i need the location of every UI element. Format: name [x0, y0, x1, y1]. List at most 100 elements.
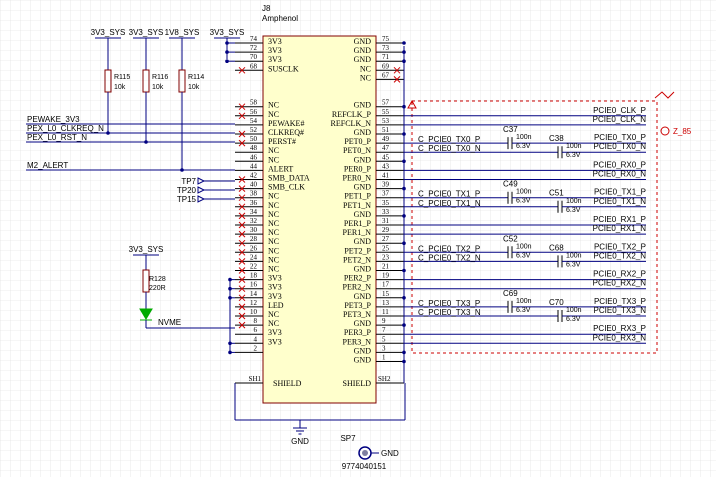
pin-name-right: GND	[354, 319, 372, 328]
net-label-left: M2_ALERT	[27, 161, 68, 170]
pin-name-right: PET2_P	[344, 246, 371, 255]
junction-dot	[402, 359, 406, 364]
pin-number-left: 54	[250, 117, 258, 125]
pin-name-left: NC	[268, 192, 279, 201]
pin-number-right: 23	[382, 253, 390, 261]
pin-name-right: GND	[354, 128, 372, 137]
pin-number-left: 2	[254, 344, 258, 352]
pin-number-right: 73	[382, 44, 390, 52]
junction-dot	[402, 186, 406, 191]
pin-number-right: 11	[382, 308, 389, 316]
junction-dot	[402, 214, 406, 218]
net-label-right: PCIE0_TX1_P	[594, 188, 646, 197]
pin-name-right: GND	[354, 37, 372, 46]
pin-number-left: 48	[250, 144, 258, 152]
junction-dot	[402, 296, 406, 300]
pin-name-right: NC	[360, 73, 371, 82]
pin-number-left: 30	[250, 226, 258, 234]
pin-name-left: NC	[268, 237, 279, 246]
junction-dot	[402, 241, 406, 245]
pin-name-left: PEWAKE#	[268, 119, 304, 128]
coupled-net-label: C_PCIE0_TX1_P	[418, 190, 480, 199]
resistor-value: 10k	[188, 84, 200, 91]
cap-value: 100n	[566, 307, 582, 314]
cap-ref: C51	[549, 189, 564, 198]
pin-number-right: 15	[382, 290, 390, 298]
junction-dot	[228, 286, 232, 291]
shield-pin-left: SH1	[249, 375, 262, 383]
pin-number-left: 28	[250, 235, 258, 243]
cap-value: 100n	[566, 143, 582, 150]
resistor-ref: R116	[152, 74, 168, 81]
pin-name-right: NC	[360, 64, 371, 73]
pin-name-left: NC	[268, 201, 279, 210]
pin-name-right: PER3_P	[344, 328, 372, 337]
cap-value: 100n	[516, 243, 532, 250]
net-label-left: PEWAKE_3V3	[27, 115, 80, 124]
net-label-right: PCIE0_TX0_P	[594, 133, 646, 142]
coupled-net-label: C_PCIE0_TX1_N	[418, 199, 481, 208]
junction-dot	[225, 59, 229, 63]
net-label-right: PCIE0_TX2_P	[594, 242, 646, 251]
pin-name-left: NC	[268, 210, 279, 219]
cap-voltage: 6.3V	[516, 198, 531, 205]
pin-number-right: 53	[382, 117, 390, 125]
resistor-ref: R114	[188, 74, 204, 81]
cap-ref: C38	[549, 134, 564, 143]
pin-number-left: 32	[250, 217, 258, 225]
pin-name-right: PET0_N	[343, 146, 371, 155]
pin-name-left: NC	[268, 155, 279, 164]
pin-name-right: GND	[354, 356, 372, 365]
pin-name-left: NC	[268, 101, 279, 110]
pin-number-left: 74	[250, 35, 258, 43]
coupled-net-label: C_PCIE0_TX3_P	[418, 299, 480, 308]
pin-number-right: 71	[382, 53, 390, 61]
junction-dot	[228, 341, 232, 346]
pin-number-left: 34	[250, 208, 258, 216]
pin-name-left: SUSCLK	[268, 64, 299, 73]
pin-number-right: 57	[382, 99, 390, 107]
led-resistor-ref: R128	[149, 276, 166, 283]
pin-name-left: 3V3	[268, 283, 282, 292]
pin-name-left: NC	[268, 319, 279, 328]
resistor-value: 10k	[114, 84, 126, 91]
pin-name-right: GND	[354, 101, 372, 110]
standoff-ref: SP7	[340, 434, 356, 443]
junction-dot	[225, 50, 229, 54]
coupled-net-label: C_PCIE0_TX2_N	[418, 253, 481, 262]
net-label-right: PCIE0_RX0_P	[593, 160, 646, 169]
standoff-gnd-label: GND	[381, 449, 399, 458]
net-label-right: PCIE0_RX3_N	[593, 333, 647, 342]
standoff-part: 9774040151	[342, 462, 387, 471]
pin-number-right: 67	[382, 71, 390, 79]
net-label-right: PCIE0_TX1_N	[594, 197, 647, 206]
test-point-label: TP7	[181, 177, 196, 186]
pin-number-right: 31	[382, 217, 390, 225]
pin-number-right: 1	[382, 354, 386, 362]
pin-name-left: PERST#	[268, 137, 296, 146]
coupled-net-label: C_PCIE0_TX2_P	[418, 244, 480, 253]
cap-voltage: 6.3V	[516, 143, 531, 150]
pin-number-right: 69	[382, 62, 390, 70]
cap-ref: C68	[549, 243, 564, 252]
pin-name-right: PER1_P	[344, 219, 372, 228]
pin-number-left: 40	[250, 181, 258, 189]
pin-number-left: 24	[250, 253, 258, 261]
net-label-right: PCIE0_CLK_N	[593, 115, 647, 124]
pin-number-right: 3	[382, 344, 386, 352]
resistor-value: 10k	[152, 84, 164, 91]
pin-name-left: NC	[268, 265, 279, 274]
pin-name-right: REFCLK_P	[332, 110, 372, 119]
resistor-ref: R115	[114, 74, 130, 81]
pin-number-left: 14	[250, 290, 258, 298]
pin-name-left: 3V3	[268, 37, 282, 46]
pin-name-left: NC	[268, 310, 279, 319]
shield-pin-right: SH2	[378, 375, 391, 383]
pin-name-right: REFCLK_N	[331, 119, 372, 128]
cap-voltage: 6.3V	[566, 207, 581, 214]
pin-name-left: ALERT	[268, 164, 293, 173]
pin-number-right: 75	[382, 35, 390, 43]
junction-dot	[402, 323, 406, 327]
junction-dot	[228, 296, 232, 300]
pin-name-right: GND	[354, 210, 372, 219]
